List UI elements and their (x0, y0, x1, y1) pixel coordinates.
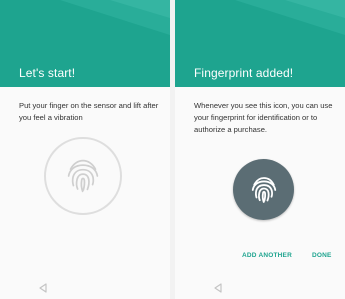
header-banner: Fingerprint added! (175, 0, 345, 87)
done-button[interactable]: DONE (312, 252, 332, 259)
enroll-start-screen: Let's start! Put your finger on the sens… (0, 0, 170, 299)
instruction-text: Put your finger on the sensor and lift a… (19, 101, 159, 122)
page-title: Let's start! (19, 66, 76, 80)
header-banner: Let's start! (0, 0, 170, 87)
fingerprint-outline-icon (67, 159, 99, 193)
fingerprint-filled-icon (251, 176, 276, 203)
back-triangle-icon[interactable] (212, 282, 224, 294)
fingerprint-badge (233, 159, 294, 220)
page-title: Fingerprint added! (194, 66, 294, 80)
confirmation-text: Whenever you see this icon, you can use … (194, 101, 333, 134)
enroll-complete-screen: Fingerprint added! Whenever you see this… (175, 0, 345, 299)
back-triangle-icon[interactable] (37, 282, 49, 294)
fingerprint-sensor-indicator (44, 137, 122, 215)
add-another-button[interactable]: ADD ANOTHER (242, 252, 292, 259)
